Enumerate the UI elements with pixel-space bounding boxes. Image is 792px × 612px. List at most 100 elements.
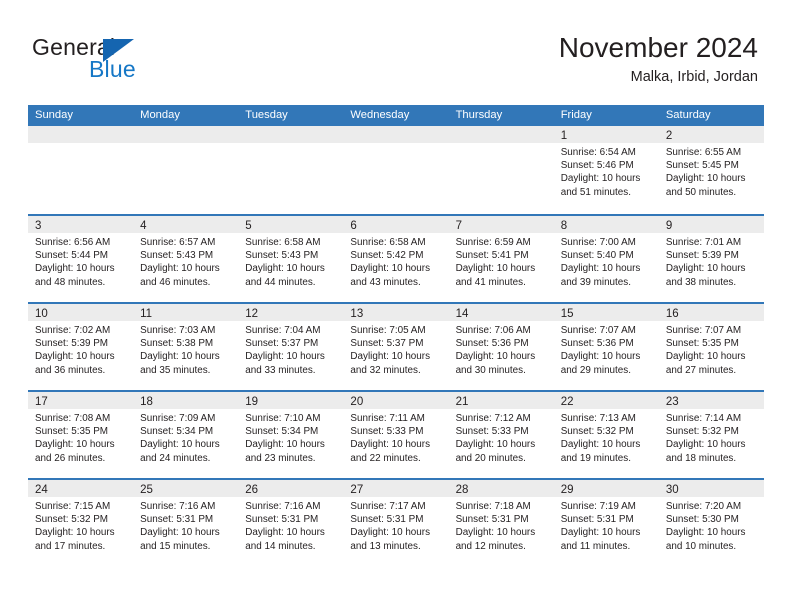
- day-cell[interactable]: 13 Sunrise: 7:05 AM Sunset: 5:37 PM Dayl…: [343, 304, 449, 390]
- daylight-text-line1: Daylight: 10 hours: [560, 527, 641, 539]
- day-details: Sunrise: 7:16 AM Sunset: 5:31 PM Dayligh…: [238, 497, 343, 553]
- day-number-strip: 23: [658, 392, 764, 409]
- day-number-strip: 12: [238, 304, 344, 321]
- daylight-text-line2: and 41 minutes.: [455, 276, 526, 288]
- sunrise-text: Sunrise: 7:07 AM: [665, 325, 742, 336]
- day-cell[interactable]: 29 Sunrise: 7:19 AM Sunset: 5:31 PM Dayl…: [553, 480, 659, 566]
- daylight-text-line1: Daylight: 10 hours: [455, 351, 536, 363]
- day-cell[interactable]: 17 Sunrise: 7:08 AM Sunset: 5:35 PM Dayl…: [28, 392, 134, 478]
- day-number-strip: 17: [28, 392, 134, 409]
- day-number-strip: 26: [238, 480, 344, 497]
- day-number: 7: [455, 220, 462, 232]
- day-cell[interactable]: 15 Sunrise: 7:07 AM Sunset: 5:36 PM Dayl…: [553, 304, 659, 390]
- daylight-text-line2: and 24 minutes.: [140, 452, 211, 464]
- day-cell[interactable]: 3 Sunrise: 6:56 AM Sunset: 5:44 PM Dayli…: [28, 216, 134, 302]
- sunrise-text: Sunrise: 6:57 AM: [140, 237, 216, 248]
- daylight-text-line1: Daylight: 10 hours: [35, 263, 115, 275]
- day-number-strip: 15: [553, 304, 659, 321]
- day-details: Sunrise: 7:17 AM Sunset: 5:31 PM Dayligh…: [343, 497, 448, 553]
- day-cell[interactable]: 28 Sunrise: 7:18 AM Sunset: 5:31 PM Dayl…: [448, 480, 554, 566]
- day-number-strip: 19: [238, 392, 344, 409]
- day-details: Sunrise: 7:09 AM Sunset: 5:34 PM Dayligh…: [133, 409, 238, 465]
- day-cell[interactable]: 11 Sunrise: 7:03 AM Sunset: 5:38 PM Dayl…: [133, 304, 239, 390]
- sunset-text: Sunset: 5:33 PM: [455, 426, 529, 438]
- sunrise-text: Sunrise: 7:12 AM: [455, 413, 531, 424]
- week-row: 17 Sunrise: 7:08 AM Sunset: 5:35 PM Dayl…: [28, 390, 764, 478]
- weekday-header-sunday: Sunday: [35, 109, 73, 121]
- day-number: 5: [245, 220, 252, 232]
- logo-text-blue: Blue: [89, 56, 136, 82]
- day-cell[interactable]: 21 Sunrise: 7:12 AM Sunset: 5:33 PM Dayl…: [448, 392, 554, 478]
- day-cell[interactable]: 1 Sunrise: 6:54 AM Sunset: 5:46 PM Dayli…: [553, 126, 659, 214]
- day-cell[interactable]: 2 Sunrise: 6:55 AM Sunset: 5:45 PM Dayli…: [658, 126, 764, 214]
- sunrise-text: Sunrise: 7:19 AM: [560, 501, 636, 512]
- day-cell[interactable]: 23 Sunrise: 7:14 AM Sunset: 5:32 PM Dayl…: [658, 392, 764, 478]
- daylight-text-line1: Daylight: 10 hours: [560, 439, 641, 451]
- daylight-text-line1: Daylight: 10 hours: [455, 263, 536, 275]
- day-cell[interactable]: 10 Sunrise: 7:02 AM Sunset: 5:39 PM Dayl…: [28, 304, 134, 390]
- day-cell[interactable]: 27 Sunrise: 7:17 AM Sunset: 5:31 PM Dayl…: [343, 480, 449, 566]
- day-number-strip: 5: [238, 216, 344, 233]
- daylight-text-line2: and 26 minutes.: [35, 452, 106, 464]
- day-details: Sunrise: 7:16 AM Sunset: 5:31 PM Dayligh…: [133, 497, 238, 553]
- day-cell[interactable]: 30 Sunrise: 7:20 AM Sunset: 5:30 PM Dayl…: [658, 480, 764, 566]
- daylight-text-line1: Daylight: 10 hours: [350, 527, 431, 539]
- sunrise-text: Sunrise: 7:08 AM: [35, 413, 111, 424]
- daylight-text-line1: Daylight: 10 hours: [665, 263, 746, 275]
- sunrise-text: Sunrise: 7:09 AM: [140, 413, 216, 424]
- day-cell[interactable]: 16 Sunrise: 7:07 AM Sunset: 5:35 PM Dayl…: [658, 304, 764, 390]
- day-cell[interactable]: 9 Sunrise: 7:01 AM Sunset: 5:39 PM Dayli…: [658, 216, 764, 302]
- daylight-text-line2: and 46 minutes.: [140, 276, 211, 288]
- day-number-strip: [133, 126, 239, 143]
- day-cell[interactable]: 22 Sunrise: 7:13 AM Sunset: 5:32 PM Dayl…: [553, 392, 659, 478]
- day-number-strip: 7: [448, 216, 554, 233]
- day-number-strip: 24: [28, 480, 134, 497]
- daylight-text-line2: and 35 minutes.: [140, 364, 211, 376]
- day-cell[interactable]: 19 Sunrise: 7:10 AM Sunset: 5:34 PM Dayl…: [238, 392, 344, 478]
- daylight-text-line1: Daylight: 10 hours: [245, 351, 325, 363]
- sunset-text: Sunset: 5:34 PM: [245, 426, 319, 438]
- weekday-header-tuesday: Tuesday: [245, 109, 288, 121]
- sunset-text: Sunset: 5:41 PM: [455, 250, 529, 262]
- page-title: November 2024: [558, 32, 758, 63]
- day-cell[interactable]: 8 Sunrise: 7:00 AM Sunset: 5:40 PM Dayli…: [553, 216, 659, 302]
- daylight-text-line2: and 29 minutes.: [560, 364, 631, 376]
- day-cell[interactable]: 25 Sunrise: 7:16 AM Sunset: 5:31 PM Dayl…: [133, 480, 239, 566]
- sunset-text: Sunset: 5:31 PM: [560, 514, 634, 526]
- day-number-strip: 1: [553, 126, 659, 143]
- day-cell[interactable]: 18 Sunrise: 7:09 AM Sunset: 5:34 PM Dayl…: [133, 392, 239, 478]
- day-cell[interactable]: 5 Sunrise: 6:58 AM Sunset: 5:43 PM Dayli…: [238, 216, 344, 302]
- day-details: Sunrise: 7:10 AM Sunset: 5:34 PM Dayligh…: [238, 409, 343, 465]
- general-blue-logo[interactable]: General Blue: [32, 36, 212, 86]
- day-cell[interactable]: 14 Sunrise: 7:06 AM Sunset: 5:36 PM Dayl…: [448, 304, 554, 390]
- sunrise-text: Sunrise: 7:07 AM: [560, 325, 636, 336]
- day-number-strip: 25: [133, 480, 239, 497]
- daylight-text-line2: and 48 minutes.: [35, 276, 106, 288]
- sunrise-text: Sunrise: 6:54 AM: [560, 147, 636, 158]
- day-cell[interactable]: 20 Sunrise: 7:11 AM Sunset: 5:33 PM Dayl…: [343, 392, 449, 478]
- day-cell[interactable]: 26 Sunrise: 7:16 AM Sunset: 5:31 PM Dayl…: [238, 480, 344, 566]
- day-details: Sunrise: 7:07 AM Sunset: 5:36 PM Dayligh…: [554, 321, 659, 377]
- day-cell[interactable]: 4 Sunrise: 6:57 AM Sunset: 5:43 PM Dayli…: [133, 216, 239, 302]
- day-cell[interactable]: 7 Sunrise: 6:59 AM Sunset: 5:41 PM Dayli…: [448, 216, 554, 302]
- sunset-text: Sunset: 5:31 PM: [455, 514, 529, 526]
- day-cell[interactable]: 24 Sunrise: 7:15 AM Sunset: 5:32 PM Dayl…: [28, 480, 134, 566]
- calendar-page: General Blue November 2024 Malka, Irbid,…: [0, 0, 792, 612]
- sunrise-text: Sunrise: 7:16 AM: [245, 501, 321, 512]
- day-cell[interactable]: 12 Sunrise: 7:04 AM Sunset: 5:37 PM Dayl…: [238, 304, 344, 390]
- sunrise-text: Sunrise: 7:02 AM: [35, 325, 111, 336]
- daylight-text-line1: Daylight: 10 hours: [350, 439, 431, 451]
- day-number: 28: [455, 484, 469, 496]
- day-details: [238, 143, 343, 146]
- day-number-strip: [448, 126, 554, 143]
- sunset-text: Sunset: 5:31 PM: [350, 514, 424, 526]
- daylight-text-line1: Daylight: 10 hours: [665, 173, 746, 185]
- day-number-strip: 13: [343, 304, 449, 321]
- daylight-text-line1: Daylight: 10 hours: [35, 351, 115, 363]
- sunrise-text: Sunrise: 7:03 AM: [140, 325, 216, 336]
- sunrise-text: Sunrise: 7:10 AM: [245, 413, 321, 424]
- daylight-text-line2: and 33 minutes.: [245, 364, 316, 376]
- sunset-text: Sunset: 5:42 PM: [350, 250, 424, 262]
- day-cell[interactable]: 6 Sunrise: 6:58 AM Sunset: 5:42 PM Dayli…: [343, 216, 449, 302]
- daylight-text-line1: Daylight: 10 hours: [560, 173, 641, 185]
